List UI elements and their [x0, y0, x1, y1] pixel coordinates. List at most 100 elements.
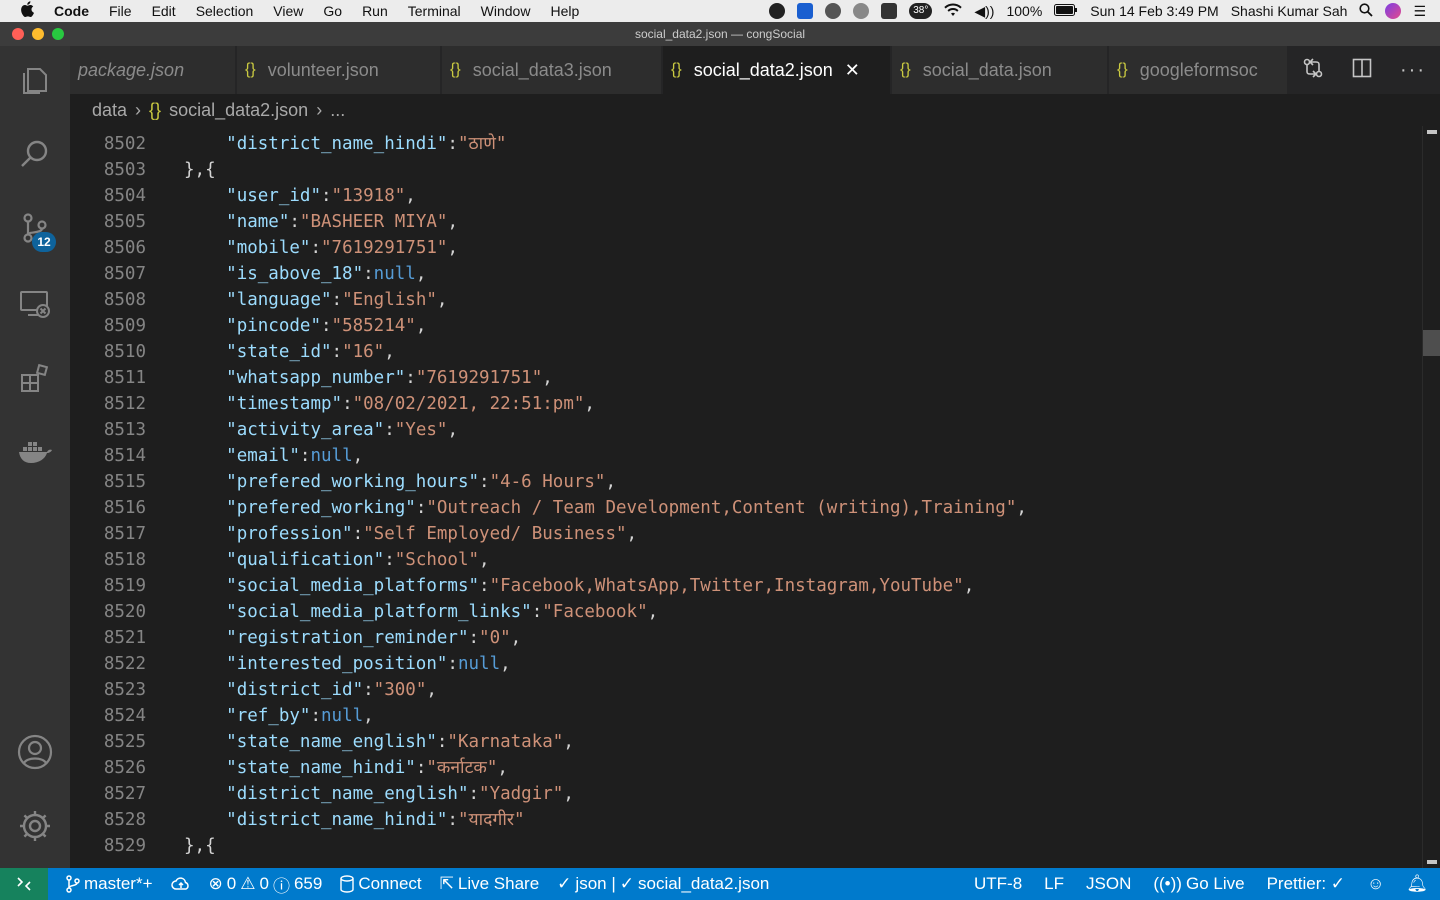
broadcast-icon: ((•)) [1153, 874, 1182, 893]
user-name[interactable]: Shashi Kumar Sah [1231, 3, 1348, 19]
code-editor[interactable]: 8502 "district_name_hindi":"ठाणे" 8503},{… [70, 126, 1422, 868]
code-line[interactable]: 8506 "mobile":"7619291751", [70, 235, 1422, 261]
sync-button[interactable] [170, 876, 191, 892]
whale-icon[interactable] [881, 3, 898, 19]
code-line[interactable]: 8505 "name":"BASHEER MIYA", [70, 209, 1422, 235]
menu-view[interactable]: View [273, 3, 303, 19]
menu-app-name[interactable]: Code [54, 3, 89, 19]
json-validation-status[interactable]: ✓ json | ✓ social_data2.json [557, 874, 769, 894]
code-line[interactable]: 8520 "social_media_platform_links":"Face… [70, 599, 1422, 625]
teamviewer-icon[interactable] [797, 3, 814, 19]
live-share-button[interactable]: ⇱ Live Share [440, 874, 540, 894]
breadcrumb-symbol[interactable]: ... [330, 100, 345, 121]
code-line[interactable]: 8510 "state_id":"16", [70, 339, 1422, 365]
open-changes-icon[interactable] [1302, 57, 1324, 84]
code-line[interactable]: 8522 "interested_position":null, [70, 651, 1422, 677]
database-connect-button[interactable]: Connect [340, 874, 422, 894]
menu-file[interactable]: File [109, 3, 132, 19]
problems-indicator[interactable]: ⊗ 0 ⚠ 0 ⓘ 659 [209, 872, 323, 897]
volume-icon[interactable]: ◀︎)) [974, 3, 994, 20]
close-tab-icon[interactable]: ✕ [845, 60, 860, 81]
wifi-icon[interactable] [944, 2, 963, 20]
code-line[interactable]: 8502 "district_name_hindi":"ठाणे" [70, 131, 1422, 157]
code-line[interactable]: 8513 "activity_area":"Yes", [70, 417, 1422, 443]
code-line[interactable]: 8518 "qualification":"School", [70, 547, 1422, 573]
tab-volunteer-json[interactable]: {} volunteer.json [237, 46, 441, 94]
menu-edit[interactable]: Edit [152, 3, 176, 19]
code-line[interactable]: 8504 "user_id":"13918", [70, 183, 1422, 209]
search-icon[interactable] [15, 134, 55, 174]
mk-icon[interactable] [825, 3, 842, 19]
code-line[interactable]: 8517 "profession":"Self Employed/ Busine… [70, 521, 1422, 547]
feedback-icon[interactable]: ☺ [1367, 874, 1384, 894]
cloud-icon[interactable] [853, 3, 870, 19]
code-line[interactable]: 8527 "district_name_english":"Yadgir", [70, 781, 1422, 807]
tab-social-data-json[interactable]: {} social_data.json [892, 46, 1108, 94]
remote-explorer-icon[interactable] [15, 284, 55, 324]
encoding-selector[interactable]: UTF-8 [974, 874, 1022, 894]
split-editor-icon[interactable] [1352, 58, 1372, 83]
code-line[interactable]: 8519 "social_media_platforms":"Facebook,… [70, 573, 1422, 599]
eol-selector[interactable]: LF [1044, 874, 1064, 894]
code-line[interactable]: 8528 "district_name_hindi":"यादगीर" [70, 807, 1422, 833]
code-text: "state_name_english":"Karnataka", [184, 729, 574, 755]
notifications-bell-icon[interactable]: 🔔︎ [1406, 874, 1428, 894]
code-line[interactable]: 8511 "whatsapp_number":"7619291751", [70, 365, 1422, 391]
prettier-status[interactable]: Prettier: ✓ [1267, 874, 1345, 894]
go-live-button[interactable]: ((•)) Go Live [1153, 874, 1244, 894]
accounts-icon[interactable] [15, 732, 55, 772]
menu-help[interactable]: Help [550, 3, 579, 19]
code-line[interactable]: 8521 "registration_reminder":"0", [70, 625, 1422, 651]
siri-icon[interactable] [1385, 3, 1402, 19]
menu-terminal[interactable]: Terminal [408, 3, 461, 19]
zoom-window-button[interactable] [52, 28, 64, 40]
code-line[interactable]: 8529},{ [70, 833, 1422, 859]
code-line[interactable]: 8523 "district_id":"300", [70, 677, 1422, 703]
close-window-button[interactable] [12, 28, 24, 40]
json-file-icon: {} [900, 61, 911, 78]
remote-indicator-icon[interactable] [0, 868, 48, 900]
apple-icon[interactable] [20, 1, 38, 21]
clock[interactable]: Sun 14 Feb 3:49 PM [1090, 3, 1218, 19]
explorer-icon[interactable] [15, 60, 55, 100]
code-line[interactable]: 8516 "prefered_working":"Outreach / Team… [70, 495, 1422, 521]
scroll-thumb[interactable] [1423, 330, 1440, 356]
spotlight-icon[interactable] [1359, 2, 1374, 20]
tab-social-data2-json[interactable]: {} social_data2.json ✕ [663, 46, 891, 94]
code-line[interactable]: 8514 "email":null, [70, 443, 1422, 469]
code-line[interactable]: 8507 "is_above_18":null, [70, 261, 1422, 287]
menu-run[interactable]: Run [362, 3, 388, 19]
code-line[interactable]: 8512 "timestamp":"08/02/2021, 22:51:pm", [70, 391, 1422, 417]
tab-package-json[interactable]: package.json [70, 46, 236, 94]
tab-googleformsoc[interactable]: {} googleformsoc [1109, 46, 1288, 94]
menu-selection[interactable]: Selection [196, 3, 254, 19]
code-line[interactable]: 8526 "state_name_hindi":"कर्नाटक", [70, 755, 1422, 781]
code-line[interactable]: 8515 "prefered_working_hours":"4-6 Hours… [70, 469, 1422, 495]
git-branch[interactable]: master*+ [66, 874, 153, 894]
settings-gear-icon[interactable] [15, 806, 55, 846]
language-mode-selector[interactable]: JSON [1086, 874, 1131, 894]
record-icon[interactable] [769, 3, 786, 19]
code-line[interactable]: 8503},{ [70, 157, 1422, 183]
vertical-scrollbar[interactable] [1422, 126, 1440, 868]
docker-icon[interactable] [15, 432, 55, 472]
breadcrumb-folder[interactable]: data [92, 100, 127, 121]
extensions-icon[interactable] [15, 358, 55, 398]
notification-center-icon[interactable]: ☰ [1413, 3, 1426, 20]
menu-go[interactable]: Go [323, 3, 342, 19]
more-actions-icon[interactable]: ··· [1400, 59, 1426, 82]
breadcrumb-file[interactable]: social_data2.json [169, 100, 308, 121]
scroll-down-arrow[interactable] [1427, 860, 1437, 864]
battery-icon[interactable] [1054, 3, 1078, 19]
code-line[interactable]: 8509 "pincode":"585214", [70, 313, 1422, 339]
scroll-up-arrow[interactable] [1427, 130, 1437, 134]
code-line[interactable]: 8525 "state_name_english":"Karnataka", [70, 729, 1422, 755]
tab-social-data3-json[interactable]: {} social_data3.json [442, 46, 662, 94]
code-line[interactable]: 8524 "ref_by":null, [70, 703, 1422, 729]
menu-window[interactable]: Window [481, 3, 531, 19]
code-line[interactable]: 8508 "language":"English", [70, 287, 1422, 313]
temperature-badge[interactable]: 38° [909, 3, 933, 19]
minimize-window-button[interactable] [32, 28, 44, 40]
